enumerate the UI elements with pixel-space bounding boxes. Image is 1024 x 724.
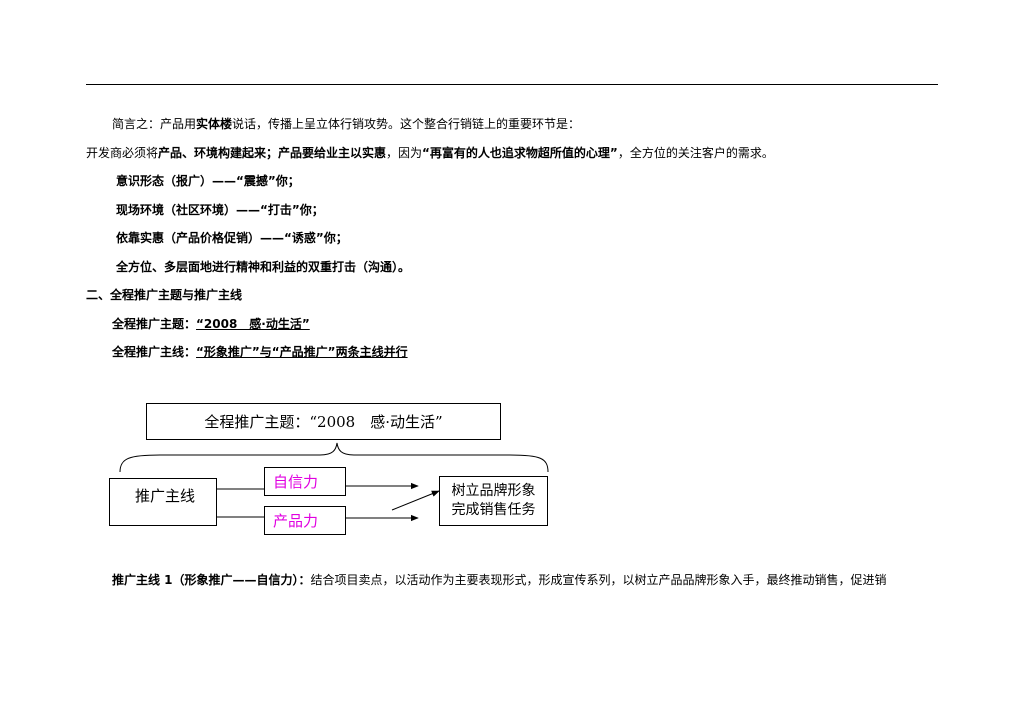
paragraph-mainline-1: 推广主线 1（形象推广——自信力）：结合项目卖点，以活动作为主要表现形式，形成宣…: [112, 572, 887, 588]
diagram-goal-box: 树立品牌形象 完成销售任务: [439, 476, 548, 526]
diagram-goal-line-1: 树立品牌形象: [451, 483, 536, 499]
diagram-theme-label: 全程推广主题：“2008 感·动生活”: [204, 413, 443, 431]
diagram-confidence-box: 自信力: [264, 467, 346, 496]
diagram-theme-box: 全程推广主题：“2008 感·动生活”: [146, 403, 501, 440]
diagram-confidence-label: 自信力: [273, 473, 319, 491]
mainline-1-text: 结合项目卖点，以活动作为主要表现形式，形成宣传系列，以树立产品品牌形象入手，最终…: [310, 573, 887, 587]
diagram-connectors: [119, 442, 549, 522]
diagram-product-box: 产品力: [264, 506, 346, 535]
diagram-mainline-box: 推广主线: [109, 478, 217, 526]
diagram-goal-line-2: 完成销售任务: [451, 502, 536, 518]
diagram-mainline-label: 推广主线: [135, 487, 196, 505]
mainline-1-label: 推广主线 1（形象推广——自信力）：: [112, 573, 311, 587]
diagram-product-label: 产品力: [273, 512, 319, 530]
